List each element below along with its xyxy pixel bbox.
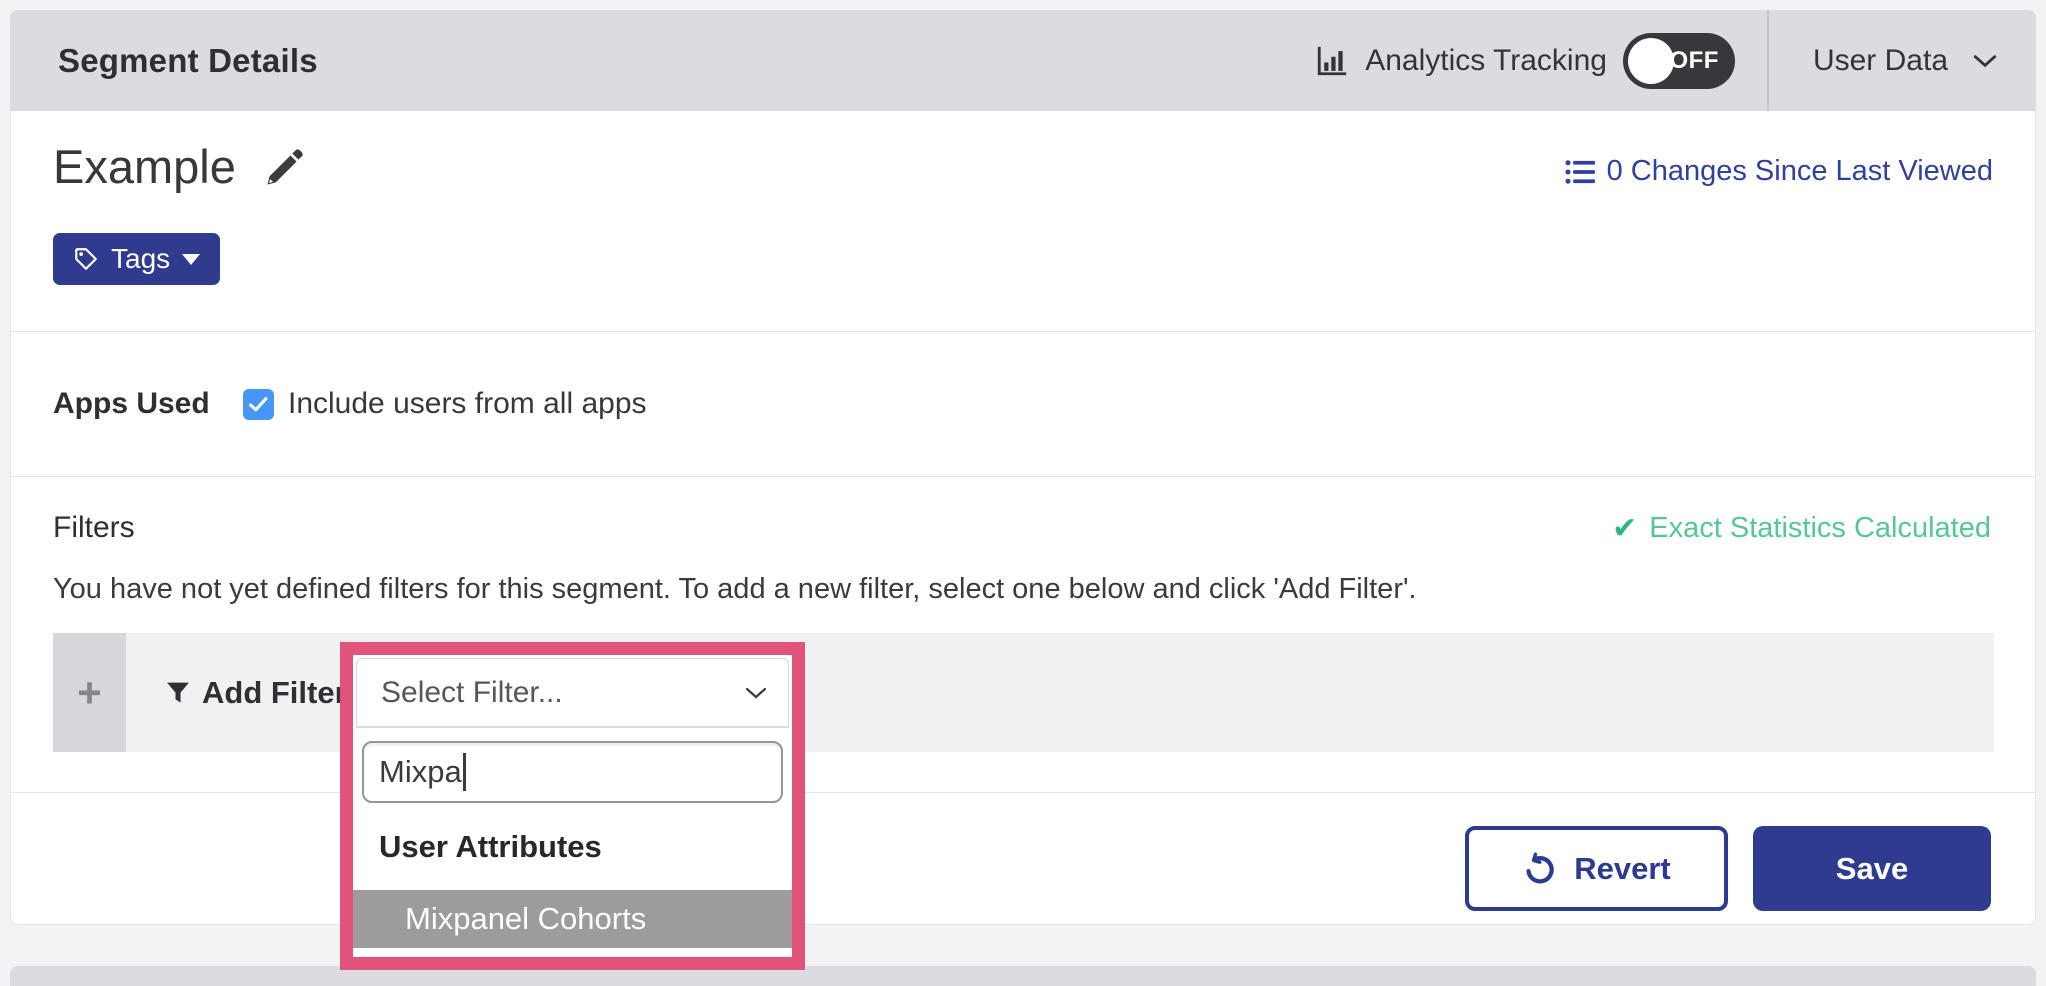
list-icon [1565,159,1595,185]
changes-since-last-viewed-link[interactable]: 0 Changes Since Last Viewed [1565,155,1993,188]
dropdown-option-mixpanel-cohorts[interactable]: Mixpanel Cohorts [353,890,792,948]
filters-heading: Filters [53,511,135,545]
filter-select-value: Select Filter... [381,676,563,710]
title-section: Example Tags [11,111,2035,332]
annotation-highlight-box: Select Filter... Mixpa User Attributes M… [340,642,805,970]
revert-button-label: Revert [1574,851,1671,887]
add-filter-plus-button[interactable]: + [53,633,126,752]
top-bar: Segment Details Analytics Tracking OFF [10,10,2036,111]
changes-link-label: 0 Changes Since Last Viewed [1607,155,1993,188]
save-button-label: Save [1836,851,1908,887]
filter-search-value: Mixpa [379,754,462,790]
tags-button[interactable]: Tags [53,233,220,285]
filters-empty-text: You have not yet defined filters for thi… [53,573,1417,606]
add-filter-label: Add Filter [202,675,347,711]
caret-down-icon [182,254,200,265]
dropdown-group-header: User Attributes [379,829,792,865]
include-all-apps-label: Include users from all apps [288,387,647,421]
dropdown-option-label: Mixpanel Cohorts [405,901,646,937]
filter-dropdown-panel: Mixpa User Attributes Mixpanel Cohorts [353,741,792,948]
add-filter-button[interactable]: Add Filter [166,675,347,711]
user-data-label: User Data [1813,44,1948,78]
filter-select[interactable]: Select Filter... [356,658,789,728]
include-all-apps-checkbox[interactable] [243,389,274,420]
plus-icon: + [77,669,102,717]
analytics-tracking-label: Analytics Tracking [1365,44,1607,78]
exact-statistics-label: Exact Statistics Calculated [1649,512,1991,545]
page-title: Segment Details [58,42,318,80]
tag-icon [73,246,99,272]
pencil-icon[interactable] [264,146,306,188]
chevron-down-icon [744,685,768,701]
apps-used-label: Apps Used [53,387,243,421]
undo-icon [1522,852,1556,886]
check-icon: ✔ [1612,511,1637,546]
bar-chart-icon [1315,44,1349,78]
text-cursor [463,753,466,791]
top-bar-right: Analytics Tracking OFF User Data [1315,10,2036,111]
apps-used-section: Apps Used Include users from all apps [11,332,2035,477]
filters-section: Filters ✔ Exact Statistics Calculated Yo… [11,477,2035,793]
segment-name: Example [53,139,236,194]
analytics-tracking-control: Analytics Tracking OFF [1315,33,1767,89]
bottom-bar [10,966,2036,986]
segment-details-card: Example Tags [10,111,2036,925]
revert-button[interactable]: Revert [1465,826,1728,911]
actions-section: Revert Save [11,793,2035,925]
tags-button-label: Tags [111,243,170,275]
toggle-state-label: OFF [1669,47,1719,75]
save-button[interactable]: Save [1753,826,1991,911]
toggle-knob [1628,38,1674,84]
analytics-tracking-toggle[interactable]: OFF [1623,33,1735,89]
funnel-icon [166,681,190,705]
chevron-down-icon [1972,52,1998,70]
page: Segment Details Analytics Tracking OFF [0,0,2046,986]
filter-search-input[interactable]: Mixpa [362,741,783,803]
exact-statistics-status: ✔ Exact Statistics Calculated [1612,511,1991,546]
user-data-menu[interactable]: User Data [1769,10,2036,111]
